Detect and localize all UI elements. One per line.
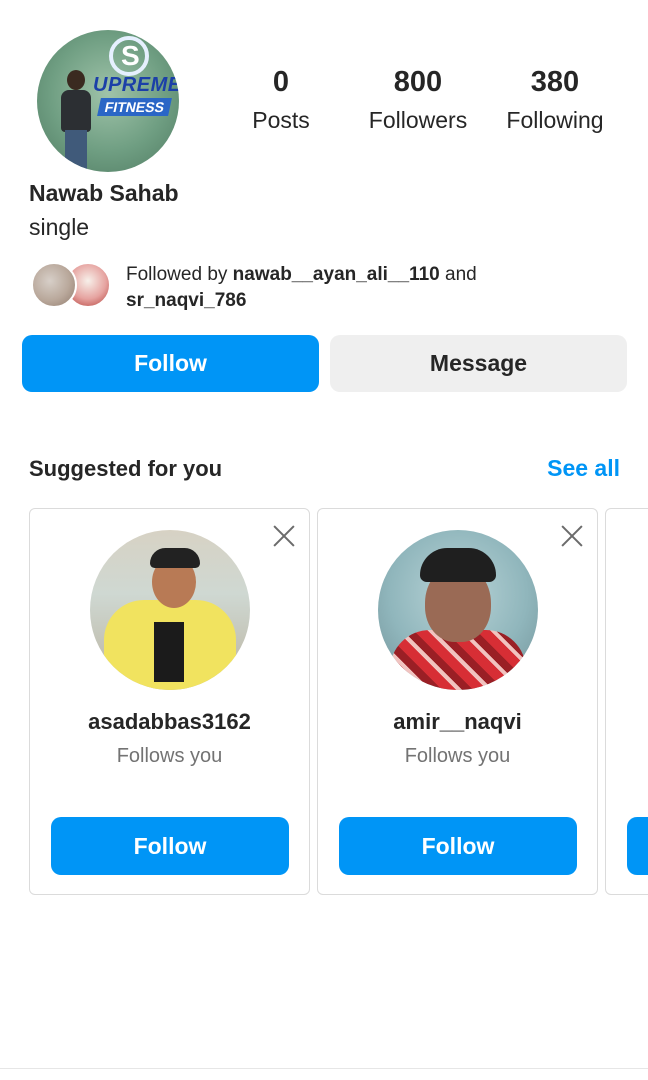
mutual-followers-avatars[interactable] <box>31 262 115 310</box>
suggested-avatar[interactable] <box>90 530 250 690</box>
profile-bio: single <box>29 214 90 240</box>
suggested-title: Suggested for you <box>29 456 223 481</box>
see-all-link[interactable]: See all <box>547 455 620 482</box>
followed-by-user1: nawab__ayan_ali__110 <box>232 264 440 285</box>
suggested-follow-button-partial[interactable] <box>627 817 648 875</box>
suggested-username[interactable]: amir__naqvi <box>318 709 597 735</box>
close-icon[interactable] <box>271 523 297 549</box>
followed-by-text[interactable]: Followed by nawab__ayan_ali__110 and sr_n… <box>126 262 546 314</box>
posts-label: Posts <box>252 107 310 133</box>
avatar-hair <box>150 548 200 568</box>
avatar-hair <box>420 548 496 582</box>
followed-by-user2: sr_naqvi_786 <box>126 290 247 311</box>
stat-followers[interactable]: 800 Followers <box>362 66 474 134</box>
profile-page: S UPREME FITNESS 0 Posts 800 Followers 3… <box>0 0 648 1080</box>
suggested-avatar[interactable] <box>378 530 538 690</box>
suggested-follow-button[interactable]: Follow <box>51 817 289 875</box>
profile-name: Nawab Sahab <box>29 180 179 206</box>
followers-count: 800 <box>393 66 443 98</box>
suggested-username[interactable]: asadabbas3162 <box>30 709 309 735</box>
following-label: Following <box>506 107 604 133</box>
suggested-card-partial[interactable] <box>605 508 648 895</box>
followed-by-prefix: Followed by <box>126 264 233 285</box>
followed-by-and: and <box>439 264 477 285</box>
suggested-card[interactable]: amir__naqvi Follows you Follow <box>317 508 598 895</box>
bottom-divider <box>0 1068 648 1069</box>
close-icon[interactable] <box>559 523 585 549</box>
avatar-collar <box>154 622 184 682</box>
stat-following[interactable]: 380 Following <box>498 66 612 134</box>
message-button[interactable]: Message <box>330 335 627 392</box>
stat-posts[interactable]: 0 Posts <box>240 66 322 134</box>
follow-button[interactable]: Follow <box>22 335 319 392</box>
mutual-avatar-1 <box>31 262 77 308</box>
suggested-follow-button[interactable]: Follow <box>339 817 577 875</box>
followers-label: Followers <box>368 107 468 133</box>
posts-count: 0 <box>272 66 290 98</box>
following-count: 380 <box>530 66 580 98</box>
suggested-subtitle: Follows you <box>116 745 223 767</box>
profile-stats: 0 Posts 800 Followers 380 Following <box>0 66 648 146</box>
suggested-subtitle: Follows you <box>404 745 511 767</box>
suggested-card[interactable]: asadabbas3162 Follows you Follow <box>29 508 310 895</box>
